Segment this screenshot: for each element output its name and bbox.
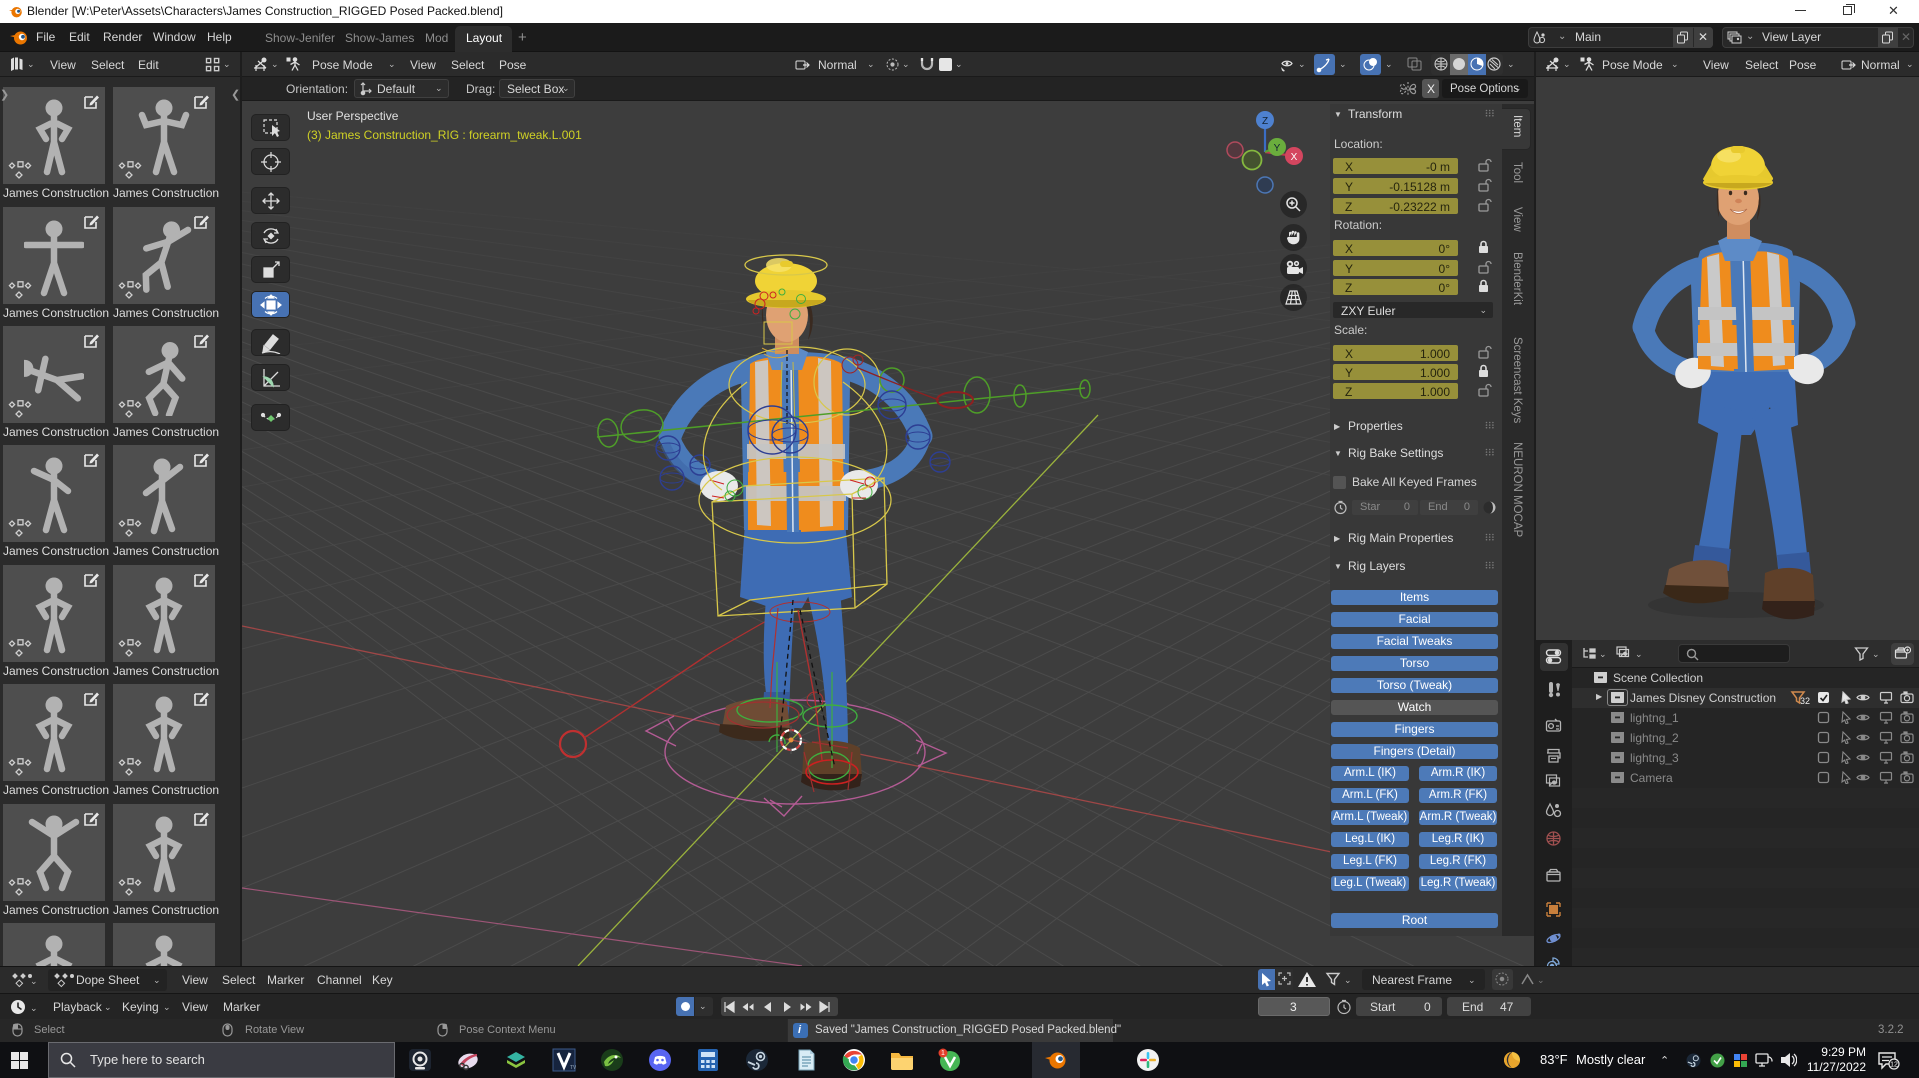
- svg-text:Z: Z: [1262, 116, 1268, 127]
- svg-text:TV: TV: [570, 1065, 576, 1071]
- svg-text:12: 12: [1890, 1062, 1898, 1069]
- svg-text:1: 1: [941, 1050, 945, 1057]
- svg-text:X: X: [1291, 152, 1298, 163]
- svg-text:Y: Y: [1274, 143, 1281, 154]
